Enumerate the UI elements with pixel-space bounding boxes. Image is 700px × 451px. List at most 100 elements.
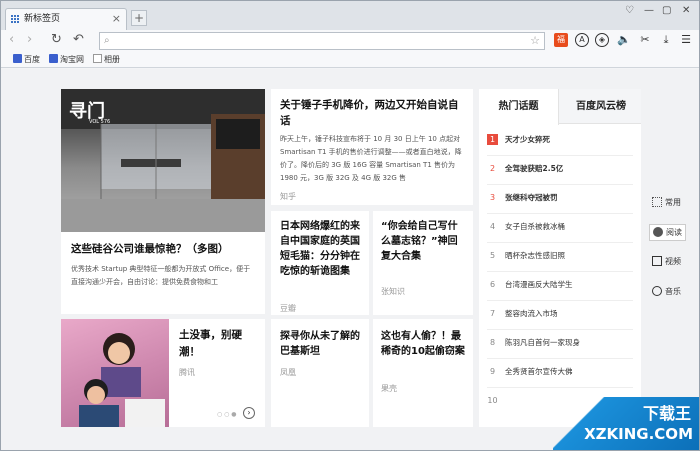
side-read[interactable]: 阅读 bbox=[649, 224, 686, 241]
rank-title: 整容肉流入市场 bbox=[505, 309, 558, 318]
watermark-en: XZKING.COM bbox=[584, 425, 693, 443]
rank-number: 1 bbox=[487, 134, 498, 145]
rank-number: 10 bbox=[487, 396, 498, 405]
article-card-3[interactable]: “你会给自己写什么墓志铭？”神回复大合集 张知识 bbox=[373, 211, 473, 315]
download-icon[interactable]: ⤓ bbox=[659, 33, 673, 47]
minimize-icon[interactable]: — bbox=[644, 5, 654, 16]
taobao-icon bbox=[49, 54, 58, 63]
hot-list-item[interactable]: 8 陈羽凡自首何一家现身 bbox=[487, 337, 633, 359]
feature-headline[interactable]: 这些硅谷公司谁最惊艳？（多图） bbox=[71, 241, 257, 256]
row-divider bbox=[487, 271, 633, 272]
feature-body: 优秀技术 Startup 典型特征一般都为开放式 Office，便于直接沟通少开… bbox=[71, 265, 251, 286]
toolbar: ‹ › ↻ ↶ ⌕ ☆ 福 A ◈ 🔈 ✂ ⤓ ☰ bbox=[1, 30, 699, 52]
article-1-body: 昨天上午，锤子科技宣布将于 10 月 30 日上午 10 点起对 Smartis… bbox=[280, 135, 462, 182]
rank-title: 全秀贤首尔宣传大佛 bbox=[505, 367, 573, 376]
hot-list-item[interactable]: 4 女子自杀被救冰桶 bbox=[487, 221, 633, 243]
search-icon: ⌕ bbox=[104, 35, 110, 46]
tab-title: 新标签页 bbox=[24, 14, 61, 24]
row-divider bbox=[487, 358, 633, 359]
side-common[interactable]: 常用 bbox=[652, 197, 681, 208]
new-tab-content: 寻门 VOL 576 这些硅谷公司谁最惊艳？（多图） 优秀技术 Startup … bbox=[1, 69, 699, 450]
article-2-headline[interactable]: 日本网络爆红的来自中国家庭的英国短毛猫：分分钟在吃惊的斩诡图集 bbox=[280, 219, 364, 279]
new-tab-button[interactable]: + bbox=[131, 10, 147, 26]
scissors-icon[interactable]: ✂ bbox=[638, 33, 652, 47]
close-icon[interactable]: ✕ bbox=[682, 5, 690, 16]
menu-icon[interactable]: ☰ bbox=[679, 33, 693, 47]
mute-icon[interactable]: 🔈 bbox=[617, 33, 631, 47]
rank-title: 女子自杀被救冰桶 bbox=[505, 222, 565, 231]
carousel-next-icon[interactable]: › bbox=[243, 407, 255, 419]
rank-title: 天才少女猝死 bbox=[505, 135, 550, 144]
people-illustration bbox=[79, 333, 165, 427]
office-image: 寻门 VOL 576 bbox=[61, 89, 265, 232]
read-icon bbox=[653, 227, 663, 237]
hot-list-item[interactable]: 3 张继科夺冠被罚 bbox=[487, 192, 633, 214]
rank-number: 4 bbox=[489, 222, 496, 231]
maximize-icon[interactable]: ▢ bbox=[662, 5, 671, 16]
side-music[interactable]: 音乐 bbox=[652, 286, 681, 297]
hot-list-item[interactable]: 9 全秀贤首尔宣传大佛 bbox=[487, 366, 633, 388]
article-2-source: 豆瓣 bbox=[280, 304, 296, 313]
reload-icon[interactable]: ↻ bbox=[51, 32, 62, 47]
photo-image bbox=[61, 319, 169, 427]
row-divider bbox=[487, 155, 633, 156]
article-6-headline[interactable]: 这也有人偷？！最稀奇的10起偷窃案 bbox=[381, 329, 467, 359]
rank-number: 8 bbox=[489, 338, 496, 347]
article-card-5[interactable]: 探寻你从未了解的巴基斯坦 凤凰 bbox=[271, 319, 369, 427]
bookmark-taobao[interactable]: 淘宝网 bbox=[49, 54, 84, 66]
article-5-source: 凤凰 bbox=[280, 368, 296, 377]
browser-window: 新标签页 × + ♡ — ▢ ✕ ‹ › ↻ ↶ ⌕ ☆ 福 A ◈ 🔈 ✂ ⤓… bbox=[0, 0, 700, 451]
side-video[interactable]: 视频 bbox=[652, 256, 681, 267]
compass-icon[interactable]: ◈ bbox=[595, 33, 609, 47]
a-icon[interactable]: A bbox=[575, 33, 589, 47]
skin-icon[interactable]: ♡ bbox=[625, 5, 634, 16]
bookmark-star-icon[interactable]: ☆ bbox=[530, 34, 540, 47]
article-card-1[interactable]: 关于锤子手机降价，两边又开始自说自话 昨天上午，锤子科技宣布将于 10 月 30… bbox=[271, 89, 473, 205]
bookmark-baidu[interactable]: 百度 bbox=[13, 54, 40, 66]
rank-number: 5 bbox=[489, 251, 496, 260]
rank-number: 7 bbox=[489, 309, 496, 318]
forward-icon[interactable]: › bbox=[27, 32, 32, 47]
article-4-headline[interactable]: 土没事，别硬潮！ bbox=[179, 327, 259, 361]
grid-icon bbox=[11, 15, 20, 23]
article-card-4[interactable]: 土没事，别硬潮！ 腾讯 ○ ○ ● › bbox=[61, 319, 265, 427]
row-divider bbox=[487, 329, 633, 330]
article-4-source: 腾讯 bbox=[179, 368, 195, 377]
extension-icon[interactable]: 福 bbox=[554, 33, 568, 47]
article-card-6[interactable]: 这也有人偷？！最稀奇的10起偷窃案 果壳 bbox=[373, 319, 473, 427]
magazine-vol: VOL 576 bbox=[89, 119, 111, 125]
hot-list-item[interactable]: 7 整容肉流入市场 bbox=[487, 308, 633, 330]
article-6-source: 果壳 bbox=[381, 384, 397, 393]
tab-new[interactable]: 新标签页 × bbox=[5, 8, 127, 30]
hot-list-item[interactable]: 2 全驾驶获赔2.5亿 bbox=[487, 163, 633, 185]
article-1-headline[interactable]: 关于锤子手机降价，两边又开始自说自话 bbox=[280, 97, 466, 129]
address-input[interactable] bbox=[116, 34, 516, 48]
tab-close-icon[interactable]: × bbox=[112, 9, 121, 29]
grid-icon bbox=[652, 197, 662, 207]
article-card-2[interactable]: 日本网络爆红的来自中国家庭的英国短毛猫：分分钟在吃惊的斩诡图集 豆瓣 bbox=[271, 211, 369, 315]
watermark-cn: 下载王 bbox=[642, 404, 691, 423]
hot-list-item[interactable]: 6 台湾漫画反大陆学生 bbox=[487, 279, 633, 301]
address-bar[interactable]: ⌕ ☆ bbox=[99, 32, 545, 50]
carousel-dots[interactable]: ○ ○ ● bbox=[217, 411, 237, 418]
row-divider bbox=[487, 213, 633, 214]
article-3-headline[interactable]: “你会给自己写什么墓志铭？”神回复大合集 bbox=[381, 219, 467, 264]
article-5-headline[interactable]: 探寻你从未了解的巴基斯坦 bbox=[280, 329, 364, 359]
row-divider bbox=[487, 242, 633, 243]
tab-hot-topics[interactable]: 热门话题 bbox=[479, 89, 559, 125]
hot-list-item[interactable]: 1 天才少女猝死 bbox=[487, 134, 633, 156]
title-bar: 新标签页 × + ♡ — ▢ ✕ bbox=[1, 1, 699, 30]
article-1-source: 知乎 bbox=[280, 192, 296, 201]
rank-number: 6 bbox=[489, 280, 496, 289]
row-divider bbox=[487, 300, 633, 301]
watermark: 下载王 XZKING.COM bbox=[553, 397, 699, 450]
hot-list-item[interactable]: 5 晒杯杂志性感旧照 bbox=[487, 250, 633, 272]
undo-icon[interactable]: ↶ bbox=[73, 32, 84, 47]
feature-card[interactable]: 寻门 VOL 576 这些硅谷公司谁最惊艳？（多图） 优秀技术 Startup … bbox=[61, 89, 265, 314]
page-icon bbox=[93, 54, 102, 63]
bookmark-album[interactable]: 相册 bbox=[93, 54, 120, 66]
rank-title: 张继科夺冠被罚 bbox=[505, 193, 558, 202]
tab-baidu-rank[interactable]: 百度风云榜 bbox=[561, 89, 641, 124]
back-icon[interactable]: ‹ bbox=[9, 32, 14, 47]
rank-number: 3 bbox=[489, 193, 496, 202]
